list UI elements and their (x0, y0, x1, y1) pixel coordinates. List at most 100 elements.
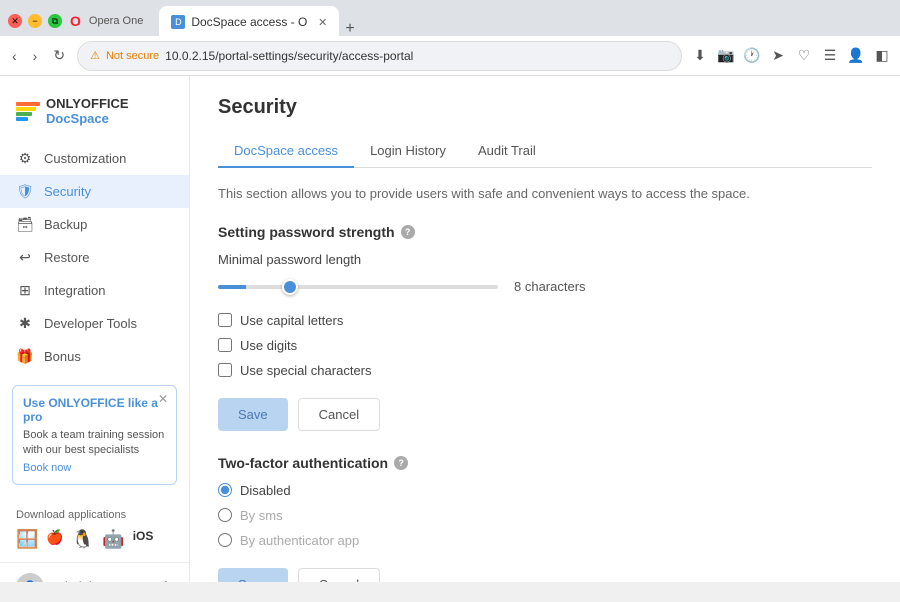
use-capitals-checkbox[interactable] (218, 313, 232, 327)
sidebar-item-developer-tools[interactable]: ✱ Developer Tools (0, 307, 189, 340)
slider-row: 8 characters (218, 277, 872, 297)
radio-disabled-label: Disabled (240, 483, 291, 498)
tab-bar: D DocSpace access - O ✕ + (151, 6, 892, 38)
new-tab-button[interactable]: + (341, 20, 358, 38)
developer-tools-icon: ✱ (16, 315, 34, 332)
tab-docspace-access[interactable]: DocSpace access (218, 135, 354, 168)
use-digits-checkbox-row[interactable]: Use digits (218, 338, 872, 353)
sidebar-label-integration: Integration (44, 283, 105, 298)
send-icon[interactable]: ➤ (768, 46, 788, 66)
sidebar: ONLYOFFICE DocSpace ⚙ Customization 🛡 Se… (0, 76, 190, 582)
app-container: ONLYOFFICE DocSpace ⚙ Customization 🛡 Se… (0, 76, 900, 582)
min-length-label: Minimal password length (218, 252, 872, 267)
download-section: Download applications 🪟 🍎 🐧 🤖 iOS (0, 497, 189, 562)
minimize-window-button[interactable]: − (28, 14, 42, 28)
user-name: Administrator (52, 579, 151, 582)
use-digits-label: Use digits (240, 338, 297, 353)
radio-auth-app[interactable] (218, 533, 232, 547)
screenshot-icon[interactable]: 📷 (716, 46, 736, 66)
tab-audit-trail[interactable]: Audit Trail (462, 135, 552, 168)
ios-download-icon[interactable]: iOS (133, 529, 154, 550)
sidebar-item-customization[interactable]: ⚙ Customization (0, 142, 189, 175)
tab-close-button[interactable]: ✕ (318, 16, 327, 29)
password-section-heading: Setting password strength ? (218, 224, 872, 240)
android-download-icon[interactable]: 🤖 (102, 529, 124, 550)
forward-button[interactable]: › (29, 44, 42, 68)
sidebar-label-restore: Restore (44, 250, 90, 265)
menu-icon[interactable]: ☰ (820, 46, 840, 66)
main-content: Security DocSpace access Login History A… (190, 76, 900, 582)
tab-navigation: DocSpace access Login History Audit Trai… (218, 135, 872, 168)
browser-title: Opera One (89, 15, 143, 27)
user-menu-button[interactable]: ⋮ (159, 578, 173, 582)
maximize-window-button[interactable]: ⧉ (48, 14, 62, 28)
reload-button[interactable]: ↻ (49, 43, 69, 68)
use-special-chars-checkbox[interactable] (218, 363, 232, 377)
two-factor-radios: Disabled By sms By authenticator app (218, 483, 872, 548)
sidebar-toggle-icon[interactable]: ◧ (872, 46, 892, 66)
use-digits-checkbox[interactable] (218, 338, 232, 352)
nav-icons: ⬇ 📷 🕐 ➤ ♡ ☰ 👤 ◧ (690, 46, 892, 66)
sidebar-label-customization: Customization (44, 151, 126, 166)
user-bar[interactable]: 👤 Administrator ⋮ (0, 562, 189, 582)
two-factor-cancel-button[interactable]: Cancel (298, 568, 380, 583)
promo-close-button[interactable]: ✕ (158, 392, 168, 406)
security-warn-text: Not secure (106, 50, 159, 62)
password-info-icon[interactable]: ? (401, 225, 415, 239)
sidebar-label-backup: Backup (44, 217, 87, 232)
tab-login-history[interactable]: Login History (354, 135, 462, 168)
use-capitals-checkbox-row[interactable]: Use capital letters (218, 313, 872, 328)
radio-sms-row[interactable]: By sms (218, 508, 872, 523)
password-length-slider[interactable] (218, 285, 498, 289)
opera-logo: O (70, 13, 81, 29)
close-window-button[interactable]: ✕ (8, 14, 22, 28)
account-icon[interactable]: 👤 (846, 46, 866, 66)
section-description: This section allows you to provide users… (218, 184, 872, 204)
slider-container (218, 277, 498, 297)
backup-icon: 🗃 (16, 216, 34, 233)
clock-icon[interactable]: 🕐 (742, 46, 762, 66)
password-checkboxes: Use capital letters Use digits Use speci… (218, 313, 872, 378)
use-capitals-label: Use capital letters (240, 313, 343, 328)
radio-auth-app-row[interactable]: By authenticator app (218, 533, 872, 548)
radio-disabled[interactable] (218, 483, 232, 497)
sidebar-item-restore[interactable]: ↩ Restore (0, 241, 189, 274)
two-factor-info-icon[interactable]: ? (394, 456, 408, 470)
password-btn-row: Save Cancel (218, 398, 872, 431)
download-label: Download applications (16, 509, 173, 521)
sidebar-label-security: Security (44, 184, 91, 199)
page-title: Security (218, 96, 872, 119)
browser-window: ✕ − ⧉ O Opera One D DocSpace access - O … (0, 0, 900, 582)
two-factor-save-button[interactable]: Save (218, 568, 288, 583)
sidebar-label-developer-tools: Developer Tools (44, 316, 137, 331)
active-tab[interactable]: D DocSpace access - O ✕ (159, 6, 339, 38)
use-special-chars-checkbox-row[interactable]: Use special characters (218, 363, 872, 378)
customization-icon: ⚙ (16, 150, 34, 167)
windows-download-icon[interactable]: 🪟 (16, 529, 38, 550)
download-icon[interactable]: ⬇ (690, 46, 710, 66)
two-factor-btn-row: Save Cancel (218, 568, 872, 583)
sidebar-item-security[interactable]: 🛡 Security (0, 175, 189, 208)
sidebar-item-backup[interactable]: 🗃 Backup (0, 208, 189, 241)
security-icon: 🛡 (16, 183, 34, 200)
password-save-button[interactable]: Save (218, 398, 288, 431)
back-button[interactable]: ‹ (8, 44, 21, 68)
sidebar-label-bonus: Bonus (44, 349, 81, 364)
avatar: 👤 (16, 573, 44, 582)
sidebar-item-integration[interactable]: ⊞ Integration (0, 274, 189, 307)
radio-disabled-row[interactable]: Disabled (218, 483, 872, 498)
security-warning: ⚠ (90, 49, 100, 62)
linux-download-icon[interactable]: 🐧 (72, 529, 94, 550)
logo-icon (16, 102, 40, 121)
heart-icon[interactable]: ♡ (794, 46, 814, 66)
sidebar-item-bonus[interactable]: 🎁 Bonus (0, 340, 189, 373)
promo-link[interactable]: Book now (23, 462, 71, 474)
nav-bar: ‹ › ↻ ⚠ Not secure 10.0.2.15/portal-sett… (0, 36, 900, 76)
logo-text: ONLYOFFICE DocSpace (46, 96, 173, 126)
password-cancel-button[interactable]: Cancel (298, 398, 380, 431)
logo-area: ONLYOFFICE DocSpace (0, 88, 189, 142)
macos-download-icon[interactable]: 🍎 (46, 529, 63, 550)
address-bar[interactable]: ⚠ Not secure 10.0.2.15/portal-settings/s… (77, 41, 682, 71)
radio-sms[interactable] (218, 508, 232, 522)
two-factor-heading: Two-factor authentication ? (218, 455, 872, 471)
